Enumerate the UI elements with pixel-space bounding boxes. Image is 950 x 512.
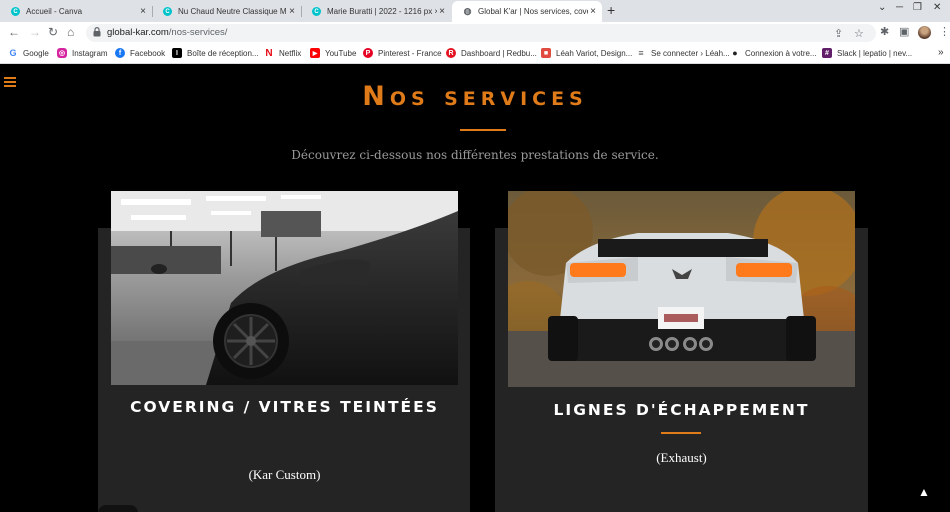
- bookmark-label: Facebook: [130, 48, 166, 58]
- more-menu-icon[interactable]: ⋮: [939, 25, 950, 38]
- bookmark-label: Léah Variot, Design...: [556, 48, 633, 58]
- home-icon[interactable]: ⌂: [67, 25, 74, 39]
- profile-avatar[interactable]: [918, 26, 931, 39]
- browser-tab-global-kar[interactable]: ◍ Global K'ar | Nos services, covering ×: [452, 1, 602, 22]
- bookmark-inbox[interactable]: I Boîte de réception...: [172, 48, 259, 58]
- bookmark-label: Netflix: [279, 48, 302, 58]
- bookmarks-bar: G Google ◎ Instagram f Facebook I Boîte de r…: [0, 44, 950, 64]
- share-icon[interactable]: ⇪: [834, 27, 843, 40]
- youtube-icon: ▶: [310, 48, 320, 58]
- page-subtitle: Découvrez ci-dessous nos différentes pre…: [291, 148, 659, 162]
- bookmark-label: Google: [23, 48, 49, 58]
- bookmark-netflix[interactable]: N Netflix: [264, 47, 302, 59]
- google-icon: G: [8, 48, 18, 58]
- login-icon: ≡: [636, 48, 646, 58]
- globe-icon: ◍: [463, 6, 472, 16]
- restore-window-icon[interactable]: ❐: [913, 2, 922, 13]
- minimize-icon[interactable]: ─: [896, 2, 903, 13]
- bookmark-label: Se connecter › Léah...: [651, 48, 730, 58]
- bookmark-instagram[interactable]: ◎ Instagram: [57, 48, 108, 58]
- tab-title: Global K'ar | Nos services, covering: [478, 7, 588, 16]
- bookmark-label: Pinterest - France: [378, 48, 442, 58]
- canva-icon: C: [312, 7, 321, 16]
- side-panel-icon[interactable]: ▣: [899, 25, 909, 38]
- address-bar[interactable]: global-kar.com/nos-services/ ⇪ ☆: [86, 24, 876, 42]
- close-tab-icon[interactable]: ×: [588, 6, 598, 17]
- url-text[interactable]: global-kar.com/nos-services/: [107, 27, 227, 38]
- extensions-puzzle-icon[interactable]: ✱: [880, 25, 889, 38]
- url-host: global-kar.com: [107, 27, 169, 38]
- browser-tab-canva-home[interactable]: C Accueil - Canva ×: [0, 1, 152, 22]
- card-title-covering[interactable]: Covering / vitres teintées: [111, 397, 458, 417]
- forward-arrow-icon[interactable]: →: [29, 25, 41, 39]
- tab-title: Nu Chaud Neutre Classique Mini: [178, 7, 287, 16]
- chat-widget-tab[interactable]: [98, 505, 138, 512]
- page-title: Nos services: [362, 81, 588, 112]
- circle-logo-icon: ●: [730, 48, 740, 58]
- bookmark-connexion[interactable]: ● Connexion à votre...: [730, 48, 817, 58]
- white-corvette-photo[interactable]: [508, 191, 855, 387]
- tab-title: Marie Buratti | 2022 - 1216 px ×: [327, 7, 437, 16]
- redbubble-icon: R: [446, 48, 456, 58]
- portfolio-icon: ■: [541, 48, 551, 58]
- bookmark-leah-variot[interactable]: ■ Léah Variot, Design...: [541, 48, 632, 58]
- slack-icon: #: [822, 48, 832, 58]
- close-tab-icon[interactable]: ×: [287, 6, 297, 17]
- chevron-down-icon[interactable]: ⌄: [878, 2, 886, 13]
- bookmark-label: Dashboard | Redbu...: [461, 48, 537, 58]
- pinterest-icon: P: [363, 48, 373, 58]
- lock-icon[interactable]: [93, 27, 101, 37]
- url-path: /nos-services/: [168, 27, 228, 38]
- bookmark-label: Connexion à votre...: [745, 48, 817, 58]
- card-subtitle-kar-custom: (Kar Custom): [248, 467, 321, 482]
- back-arrow-icon[interactable]: ←: [8, 25, 20, 39]
- scroll-to-top-icon[interactable]: ▲: [918, 485, 930, 499]
- facebook-icon: f: [115, 48, 125, 58]
- instagram-icon: ◎: [57, 48, 67, 58]
- star-bookmark-icon[interactable]: ☆: [854, 27, 864, 40]
- bookmark-label: YouTube: [325, 48, 357, 58]
- bookmark-label: Boîte de réception...: [187, 48, 259, 58]
- inbox-icon: I: [172, 48, 182, 58]
- web-page: Nos services Découvrez ci-dessous nos di…: [0, 65, 950, 512]
- bookmark-slack[interactable]: # Slack | lepatio | nev...: [822, 48, 912, 58]
- bookmark-youtube[interactable]: ▶ YouTube: [310, 48, 356, 58]
- bookmark-facebook[interactable]: f Facebook: [115, 48, 165, 58]
- bookmark-label: Slack | lepatio | nev...: [837, 48, 913, 58]
- canva-icon: C: [163, 7, 172, 16]
- browser-tab-marie-buratti[interactable]: C Marie Buratti | 2022 - 1216 px × ×: [301, 1, 451, 22]
- card-title-exhaust[interactable]: Lignes d'échappement: [508, 400, 855, 420]
- new-tab-plus-icon[interactable]: +: [607, 2, 615, 18]
- black-sports-car-photo[interactable]: [111, 191, 458, 385]
- browser-tab-bar: C Accueil - Canva × C Nu Chaud Neutre Cl…: [0, 0, 950, 22]
- bookmark-redbubble[interactable]: R Dashboard | Redbu...: [446, 48, 537, 58]
- reload-icon[interactable]: ↻: [48, 25, 58, 39]
- canva-icon: C: [11, 7, 20, 16]
- more-bookmarks-icon[interactable]: »: [938, 47, 944, 58]
- close-window-icon[interactable]: ✕: [933, 2, 941, 13]
- bookmark-se-connecter[interactable]: ≡ Se connecter › Léah...: [636, 48, 730, 58]
- browser-tab-canva-design[interactable]: C Nu Chaud Neutre Classique Mini ×: [152, 1, 301, 22]
- card-subtitle-exhaust: (Exhaust): [656, 450, 707, 465]
- title-divider: [460, 129, 506, 131]
- bookmark-pinterest[interactable]: P Pinterest - France: [363, 48, 442, 58]
- bookmark-google[interactable]: G Google: [8, 48, 49, 58]
- tab-title: Accueil - Canva: [26, 7, 83, 16]
- close-tab-icon[interactable]: ×: [437, 6, 447, 17]
- bookmark-label: Instagram: [72, 48, 108, 58]
- netflix-icon: N: [264, 47, 274, 59]
- close-tab-icon[interactable]: ×: [138, 6, 148, 17]
- card-divider: [661, 432, 701, 434]
- browser-toolbar: ← → ↻ ⌂ global-kar.com/nos-services/ ⇪ ☆…: [0, 22, 950, 44]
